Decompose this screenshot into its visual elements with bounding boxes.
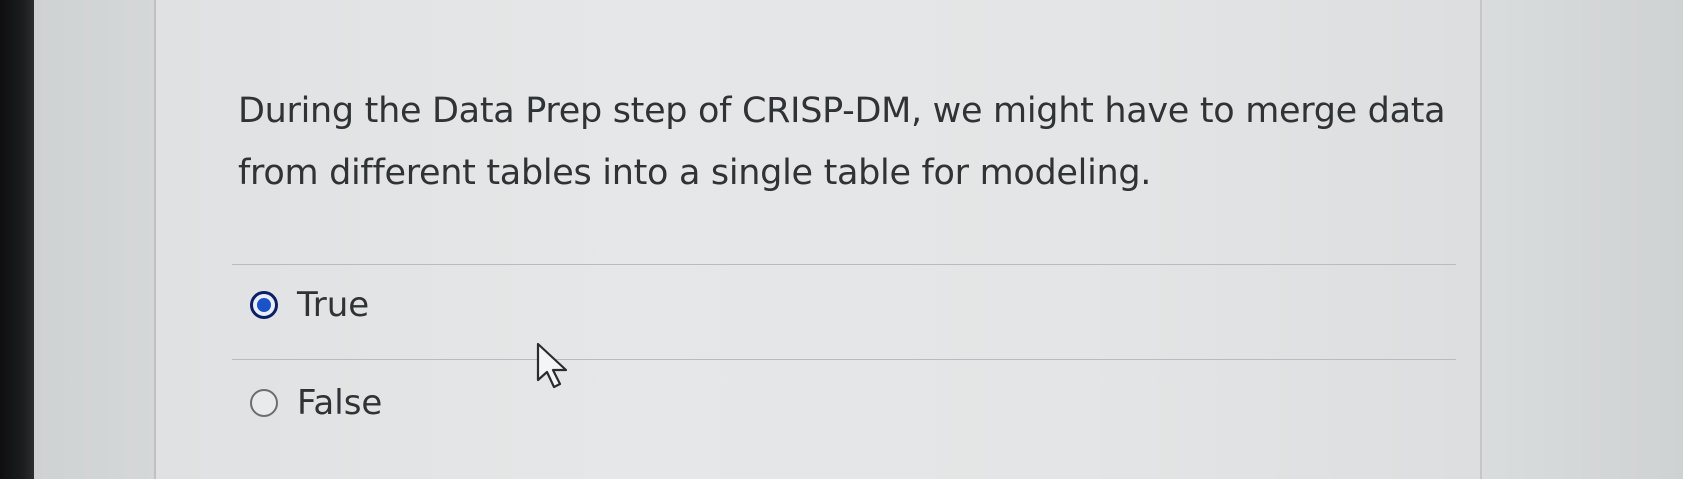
- radio-checked-icon[interactable]: [250, 291, 278, 319]
- answer-label-false: False: [297, 383, 383, 423]
- monitor-bezel: [0, 0, 34, 479]
- question-text: During the Data Prep step of CRISP-DM, w…: [238, 91, 1446, 193]
- answer-divider-middle: [232, 359, 1456, 360]
- answer-label-true: True: [297, 285, 370, 325]
- answer-option-false[interactable]: False: [250, 383, 382, 423]
- answer-divider-top: [232, 264, 1456, 265]
- mouse-pointer-icon: [536, 342, 568, 389]
- radio-unchecked-icon[interactable]: [250, 389, 278, 417]
- answer-option-true[interactable]: True: [250, 285, 369, 325]
